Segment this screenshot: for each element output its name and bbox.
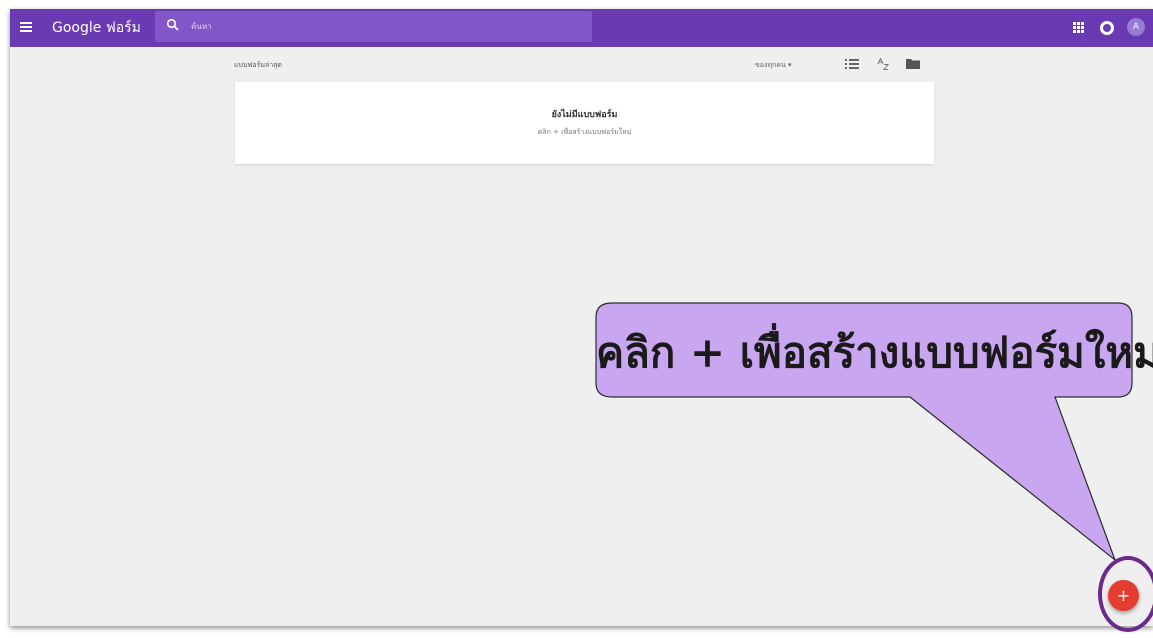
folder-icon[interactable] [906, 58, 920, 70]
recent-forms-heading: แบบฟอร์มล่าสุด [234, 61, 282, 69]
app-title: Google ฟอร์ม [52, 20, 141, 36]
empty-state-hint: คลิก + เพื่อสร้างแบบฟอร์มใหม่ [537, 128, 632, 136]
apps-icon[interactable] [1073, 22, 1084, 33]
app-window: Google ฟอร์ม A แบบฟอร์มล่าสุด ของทุกคน ▾… [10, 9, 1153, 626]
search-input[interactable] [191, 18, 571, 34]
callout-text: คลิก + เพื่อสร้างแบบฟอร์มใหม่ [596, 328, 1153, 377]
sort-az-icon[interactable] [876, 58, 890, 70]
notification-icon[interactable] [1100, 21, 1114, 35]
list-view-icon[interactable] [845, 58, 859, 70]
create-form-button[interactable]: + [1108, 580, 1139, 611]
empty-forms-card: ยังไม่มีแบบฟอร์ม คลิก + เพื่อสร้างแบบฟอร… [235, 82, 934, 164]
search-icon [166, 18, 179, 31]
avatar[interactable]: A [1127, 18, 1145, 36]
empty-state-title: ยังไม่มีแบบฟอร์ม [551, 110, 618, 120]
menu-icon[interactable] [20, 22, 32, 32]
top-bar: Google ฟอร์ม A [10, 9, 1153, 47]
search-box[interactable] [155, 11, 592, 42]
owner-filter-dropdown[interactable]: ของทุกคน ▾ [755, 60, 791, 71]
